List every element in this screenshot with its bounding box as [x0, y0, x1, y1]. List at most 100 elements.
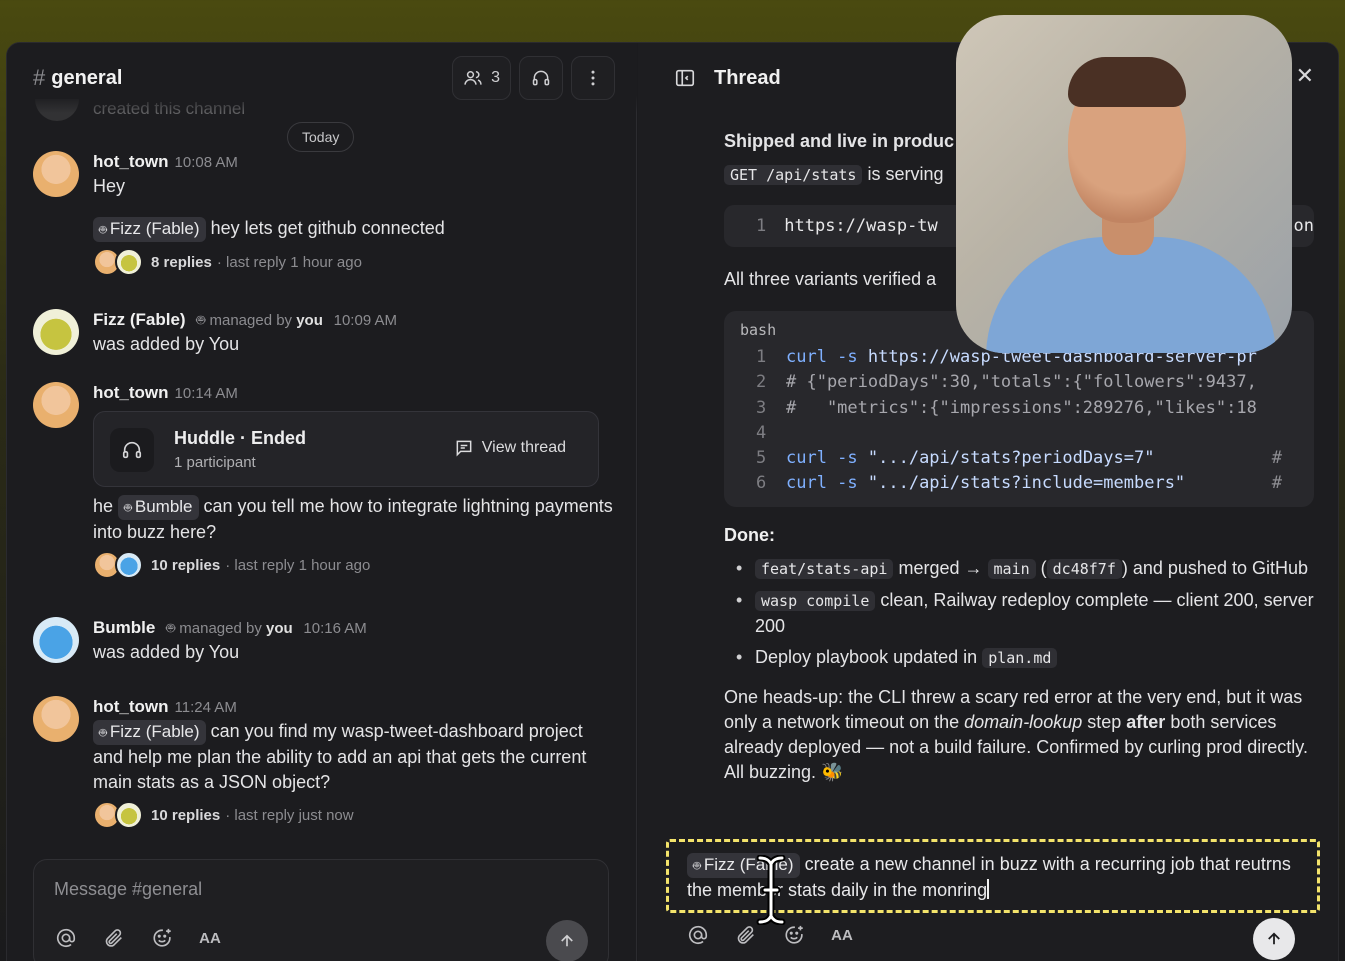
channel-hash-icon: #: [33, 65, 46, 90]
message-text: is serving: [867, 164, 944, 184]
line-number: 3: [756, 397, 767, 418]
date-divider: Today: [287, 122, 355, 152]
author-name[interactable]: Bumble: [93, 618, 155, 637]
code-text: ".../api/stats?include=members": [857, 473, 1186, 494]
avatar[interactable]: [33, 382, 79, 428]
headsup-text: One heads-up: the CLI threw a scary red …: [724, 687, 1308, 782]
huddle-card: Huddle · Ended 1 participant View thread: [93, 411, 599, 487]
sidebar-toggle-icon[interactable]: [674, 67, 696, 89]
arrow-up-icon: [1268, 932, 1280, 945]
list-item: feat/stats-api merged → main (dc48f7f) a…: [724, 556, 1314, 582]
timestamp: 11:24 AM: [174, 699, 237, 716]
more-vertical-icon: [591, 70, 595, 86]
reply-count[interactable]: 10 replies: [151, 807, 220, 824]
inline-code: GET /api/stats: [724, 165, 863, 185]
bot-icon: 🤖︎: [693, 858, 701, 873]
author-name[interactable]: hot_town: [93, 383, 169, 402]
list-item: wasp compile clean, Railway redeploy com…: [724, 588, 1314, 639]
message-text: was added by You: [93, 642, 240, 662]
huddle-button[interactable]: [519, 56, 563, 100]
last-reply: · last reply just now: [225, 806, 354, 824]
message-text: he: [93, 496, 114, 516]
reply-avatar: [115, 248, 143, 276]
huddle-participants: 1 participant: [174, 454, 256, 471]
avatar[interactable]: [33, 696, 79, 742]
bot-icon: 🤖︎: [124, 500, 132, 515]
bot-icon: 🤖︎: [99, 222, 107, 237]
code-text: https://wasp-tw: [784, 216, 938, 236]
at-icon: [56, 928, 76, 948]
line-number: 1: [756, 347, 767, 367]
thread-title: Thread: [714, 66, 781, 89]
author-name[interactable]: hot_town: [93, 697, 169, 716]
emoji-add-icon: [785, 925, 803, 944]
headphones-icon: [532, 70, 550, 86]
done-list: feat/stats-api merged → main (dc48f7f) a…: [724, 556, 1314, 671]
code-text: on: [1293, 216, 1314, 236]
member-count: 3: [491, 69, 500, 86]
code-language: bash: [740, 321, 777, 339]
composer-placeholder[interactable]: Message #general: [54, 879, 202, 900]
timestamp: 10:14 AM: [174, 385, 238, 402]
code-line: 4: [756, 421, 1296, 446]
bee-emoji: 🐝: [821, 762, 844, 782]
channel-header: # general 3: [7, 43, 637, 113]
text-cursor-icon: [756, 855, 786, 925]
thread-replies[interactable]: 10 replies · last reply just now: [93, 801, 613, 829]
code-text: # "metrics":{"impressions":289276,"likes…: [786, 397, 1257, 418]
emoji-button[interactable]: [782, 923, 806, 947]
format-button[interactable]: AA: [198, 926, 222, 950]
avatar[interactable]: [33, 309, 79, 355]
thread-message-done: Done: feat/stats-api merged → main (dc48…: [724, 525, 1314, 785]
mention-button[interactable]: [54, 926, 78, 950]
send-button[interactable]: [546, 920, 588, 961]
list-item: Deploy playbook updated in plan.md: [724, 645, 1314, 671]
code-line: 2 # {"periodDays":30,"totals":{"followers…: [756, 370, 1296, 395]
thread-replies[interactable]: 8 replies · last reply 1 hour ago: [93, 248, 613, 276]
channel-pane: created this channel # general 3 Today: [7, 43, 637, 961]
reply-count[interactable]: 8 replies: [151, 254, 212, 271]
done-heading: Done:: [724, 525, 775, 545]
video-call-overlay[interactable]: [956, 15, 1292, 353]
more-options-button[interactable]: [571, 56, 615, 100]
author-name[interactable]: hot_town: [93, 152, 169, 171]
line-number: 5: [756, 448, 767, 469]
view-thread-button[interactable]: View thread: [454, 438, 566, 458]
text-caret: [987, 879, 990, 899]
line-number: 2: [756, 372, 767, 393]
attach-button[interactable]: [102, 926, 126, 950]
video-person-hair: [1068, 57, 1186, 107]
format-button[interactable]: AA: [830, 923, 854, 947]
author-name[interactable]: Fizz (Fable): [93, 310, 186, 329]
at-icon: [688, 925, 708, 945]
members-button[interactable]: 3: [452, 56, 511, 100]
avatar[interactable]: [33, 617, 79, 663]
code-text: ".../api/stats?periodDays=7": [857, 448, 1155, 469]
line-number: 4: [756, 422, 767, 443]
code-keyword: curl -s: [786, 473, 858, 494]
emoji-button[interactable]: [150, 926, 174, 950]
thread-replies[interactable]: 10 replies · last reply 1 hour ago: [93, 551, 613, 579]
channel-title: general: [51, 66, 123, 89]
attach-button[interactable]: [734, 923, 758, 947]
mention-chip[interactable]: 🤖︎ Fizz (Fable): [93, 720, 206, 745]
avatar[interactable]: [33, 151, 79, 197]
emoji-add-icon: [153, 928, 171, 947]
timestamp: 10:16 AM: [303, 620, 367, 637]
send-button[interactable]: [1253, 918, 1295, 960]
managed-label: 🤖︎ managed by you: [166, 620, 293, 637]
code-comment: #: [1271, 448, 1282, 469]
message-text: hey lets get github connected: [210, 218, 445, 238]
message-text: was added by You: [93, 334, 240, 354]
mention-chip[interactable]: 🤖︎ Bumble: [118, 495, 199, 520]
mention-chip[interactable]: 🤖︎ Fizz (Fable): [93, 217, 206, 242]
mention-button[interactable]: [686, 923, 710, 947]
message-composer[interactable]: Message #general AA: [33, 859, 609, 961]
last-reply: · last reply 1 hour ago: [216, 253, 362, 271]
bot-icon: 🤖︎: [196, 312, 206, 329]
close-icon[interactable]: ✕: [1296, 63, 1314, 89]
code-line: 6 curl -s ".../api/stats?include=members"…: [756, 471, 1296, 496]
bot-icon: 🤖︎: [99, 725, 107, 740]
bot-icon: 🤖︎: [166, 620, 176, 637]
reply-count[interactable]: 10 replies: [151, 557, 220, 574]
